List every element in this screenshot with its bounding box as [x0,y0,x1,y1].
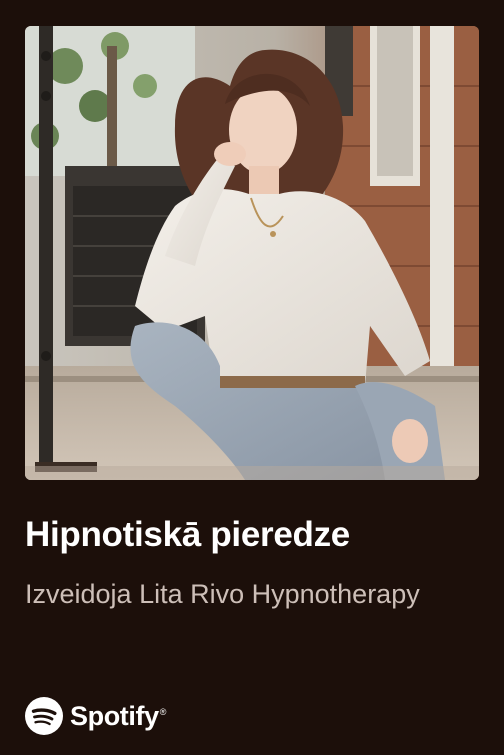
playlist-title[interactable]: Hipnotiskā pieredze [25,512,485,558]
cover-image[interactable] [25,26,479,480]
playlist-subtitle: Izveidoja Lita Rivo Hypnotherapy [25,579,420,609]
brand-name-text: Spotify [70,700,159,731]
cover-photo [25,26,479,480]
spotify-logo-icon [25,697,63,735]
registered-mark: ® [159,706,167,717]
playlist-card[interactable]: Hipnotiskā pieredze Izveidoja Lita Rivo … [0,0,504,755]
spotify-wordmark: Spotify® [70,701,166,732]
spotify-brand[interactable]: Spotify® [25,696,166,736]
